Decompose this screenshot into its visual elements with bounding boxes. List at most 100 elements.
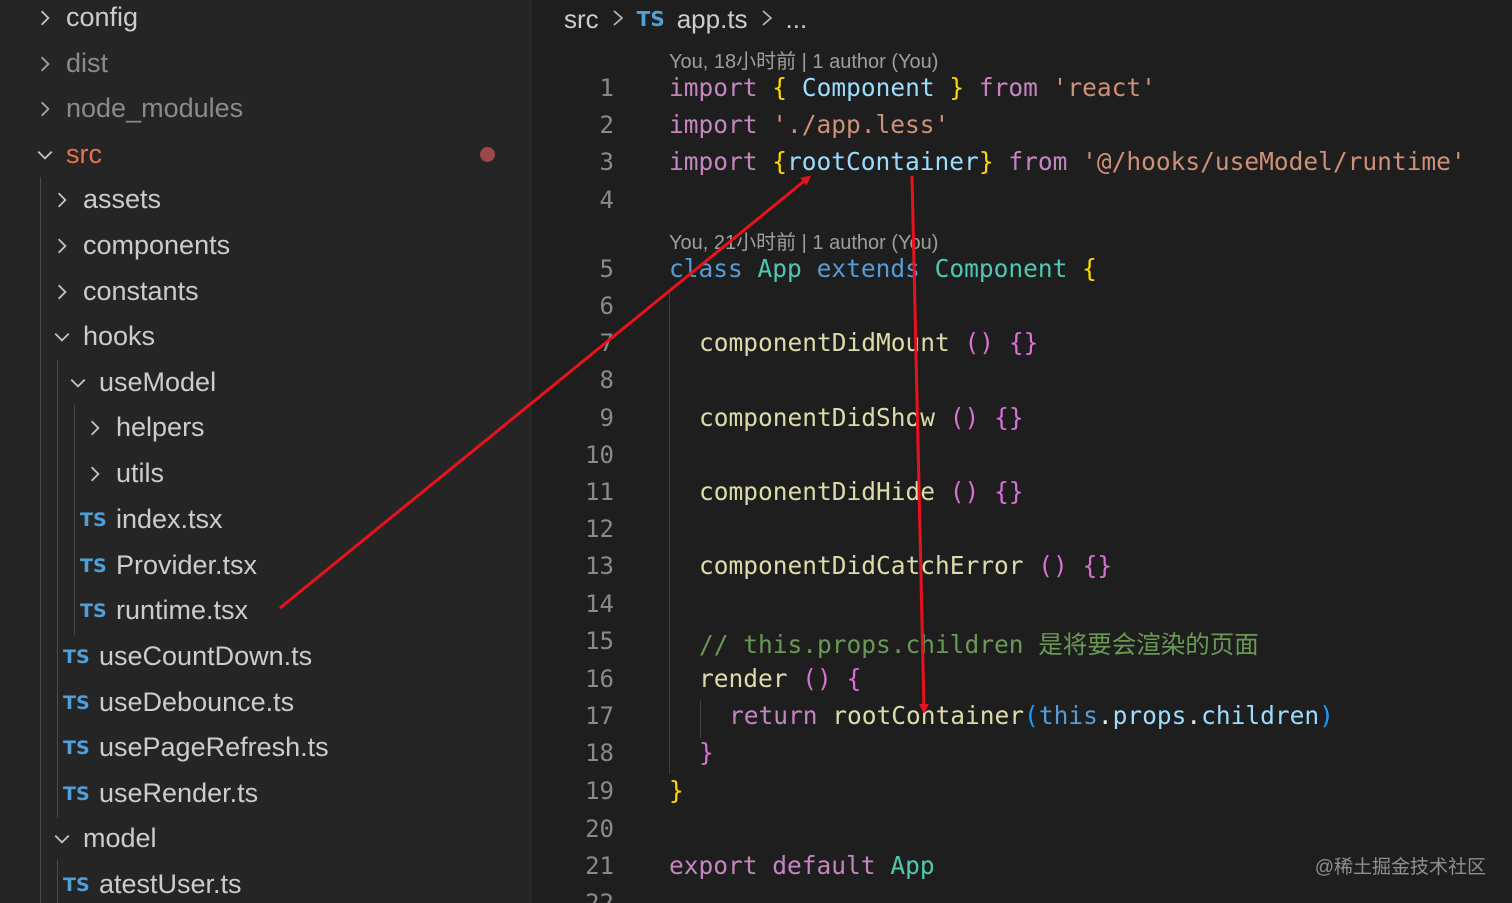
line-number: 19 bbox=[585, 777, 614, 805]
parens: () bbox=[964, 328, 995, 357]
chevron-down-icon bbox=[37, 150, 53, 160]
tree-item-label: Provider.tsx bbox=[116, 550, 258, 580]
tree-item-usedebounce-ts[interactable]: TS useDebounce.ts bbox=[0, 680, 532, 725]
breadcrumb-folder[interactable]: src bbox=[564, 4, 599, 35]
tree-item-utils[interactable]: utils bbox=[0, 451, 532, 496]
tree-item-hooks[interactable]: hooks bbox=[0, 314, 532, 359]
keyword: this bbox=[1038, 701, 1098, 730]
code-line-11[interactable]: componentDidHide () {} bbox=[699, 477, 1024, 506]
tree-item-config[interactable]: config bbox=[0, 0, 532, 40]
code-line-18[interactable]: } bbox=[699, 738, 714, 767]
typescript-file-icon: TS bbox=[63, 691, 90, 714]
tree-item-label: useRender.ts bbox=[99, 778, 259, 808]
code-line-5[interactable]: class App extends Component { bbox=[669, 254, 1097, 283]
tree-item-assets[interactable]: assets bbox=[0, 177, 532, 222]
chevron-right-icon bbox=[40, 101, 50, 116]
code-line-9[interactable]: componentDidShow () {} bbox=[699, 403, 1024, 432]
brace: { bbox=[846, 664, 862, 693]
brace: } bbox=[949, 73, 965, 102]
line-number: 14 bbox=[585, 590, 614, 618]
keyword: from bbox=[1008, 147, 1068, 176]
tree-item-runtime-tsx[interactable]: TS runtime.tsx bbox=[0, 588, 532, 633]
tree-item-index-tsx[interactable]: TS index.tsx bbox=[0, 497, 532, 542]
indent-guide bbox=[700, 700, 701, 738]
comment: // this.props.children 是将要会渲染的页面 bbox=[699, 630, 1259, 659]
line-number: 20 bbox=[585, 815, 614, 843]
chevron-right-icon bbox=[57, 238, 67, 253]
line-number: 1 bbox=[599, 74, 614, 102]
tree-item-label: usePageRefresh.ts bbox=[99, 732, 329, 762]
chevron-right-icon bbox=[611, 4, 625, 35]
keyword: return bbox=[729, 701, 818, 730]
brace: { bbox=[772, 147, 788, 176]
tree-item-label: config bbox=[66, 2, 139, 32]
keyword: default bbox=[772, 851, 876, 880]
code-line-16[interactable]: render () { bbox=[699, 664, 861, 693]
brace: } bbox=[978, 147, 994, 176]
code-line-15[interactable]: // this.props.children 是将要会渲染的页面 bbox=[699, 626, 1259, 661]
brace: { bbox=[1082, 254, 1097, 283]
brace: } bbox=[669, 776, 684, 805]
line-number: 9 bbox=[599, 404, 614, 432]
parens: () bbox=[949, 477, 980, 506]
git-blame-annotation[interactable]: You, 18小时前 | 1 author (You) bbox=[669, 45, 938, 74]
tree-item-usepagerefresh-ts[interactable]: TS usePageRefresh.ts bbox=[0, 725, 532, 770]
chevron-right-icon bbox=[57, 284, 67, 299]
code-editor[interactable]: src TS app.ts ... You, 18小时前 | 1 author … bbox=[532, 0, 1512, 903]
string-literal: '@/hooks/useModel/runtime' bbox=[1082, 147, 1466, 176]
keyword: import bbox=[669, 147, 758, 176]
tree-item-label: useDebounce.ts bbox=[99, 687, 295, 717]
chevron-down-icon bbox=[54, 834, 70, 844]
line-number: 10 bbox=[585, 441, 614, 469]
string-literal: './app.less' bbox=[772, 110, 950, 139]
code-line-2[interactable]: import './app.less' bbox=[669, 110, 949, 139]
code-line-21[interactable]: export default App bbox=[669, 851, 935, 880]
code-line-7[interactable]: componentDidMount () {} bbox=[699, 328, 1038, 357]
code-line-3[interactable]: import {rootContainer} from '@/hooks/use… bbox=[669, 147, 1466, 176]
line-number: 17 bbox=[585, 702, 614, 730]
tree-item-src[interactable]: src bbox=[0, 132, 532, 177]
tree-item-label: hooks bbox=[83, 321, 156, 351]
keyword: import bbox=[669, 73, 758, 102]
tree-item-model[interactable]: model bbox=[0, 816, 532, 861]
tree-item-label: constants bbox=[83, 276, 199, 306]
line-number: 4 bbox=[599, 186, 614, 214]
line-number: 7 bbox=[599, 329, 614, 357]
tree-item-helpers[interactable]: helpers bbox=[0, 405, 532, 450]
indent-guide bbox=[669, 290, 670, 774]
typescript-file-icon: TS bbox=[636, 7, 665, 31]
code-line-13[interactable]: componentDidCatchError () {} bbox=[699, 551, 1112, 580]
brace: {} bbox=[994, 477, 1024, 506]
chevron-right-icon bbox=[90, 466, 100, 481]
tree-item-atestuser-ts[interactable]: TS atestUser.ts bbox=[0, 862, 532, 903]
chevron-right-icon bbox=[57, 192, 67, 207]
tree-item-userender-ts[interactable]: TS useRender.ts bbox=[0, 771, 532, 816]
code-line-19[interactable]: } bbox=[669, 776, 684, 805]
modified-dot-icon bbox=[480, 147, 495, 162]
breadcrumb-more[interactable]: ... bbox=[786, 4, 808, 35]
breadcrumb-file[interactable]: app.ts bbox=[677, 4, 748, 35]
tree-item-dist[interactable]: dist bbox=[0, 41, 532, 86]
tree-item-usemodel[interactable]: useModel bbox=[0, 360, 532, 405]
code-line-1[interactable]: import { Component } from 'react' bbox=[669, 73, 1156, 102]
breadcrumb: src TS app.ts ... bbox=[564, 2, 807, 36]
git-blame-annotation[interactable]: You, 21小时前 | 1 author (You) bbox=[669, 226, 938, 255]
class-name: Component bbox=[934, 254, 1068, 283]
chevron-right-icon bbox=[40, 56, 50, 71]
string-literal: 'react' bbox=[1052, 73, 1156, 102]
tree-item-usecountdown-ts[interactable]: TS useCountDown.ts bbox=[0, 634, 532, 679]
tree-item-label: useModel bbox=[99, 367, 217, 397]
tree-item-node-modules[interactable]: node_modules bbox=[0, 86, 532, 131]
property: props bbox=[1112, 701, 1187, 730]
code-line-17[interactable]: return rootContainer(this.props.children… bbox=[729, 701, 1334, 730]
method-name: componentDidCatchError bbox=[699, 551, 1024, 580]
tree-item-constants[interactable]: constants bbox=[0, 269, 532, 314]
tree-item-provider-tsx[interactable]: TS Provider.tsx bbox=[0, 543, 532, 588]
chevron-right-icon bbox=[40, 10, 50, 25]
brace: } bbox=[699, 738, 714, 767]
tree-item-label: atestUser.ts bbox=[99, 869, 242, 899]
tree-item-label: dist bbox=[66, 48, 109, 78]
parens: ( bbox=[1024, 701, 1039, 730]
typescript-file-icon: TS bbox=[63, 645, 90, 668]
tree-item-components[interactable]: components bbox=[0, 223, 532, 268]
